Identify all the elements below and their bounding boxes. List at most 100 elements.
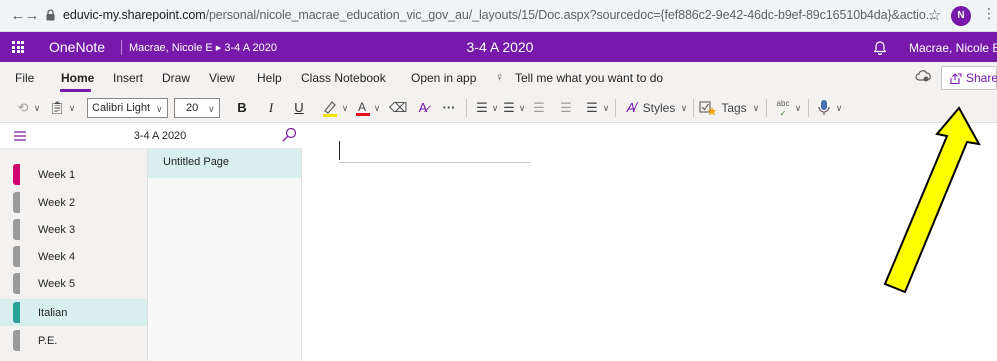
highlighter-icon[interactable] (321, 99, 339, 117)
tab-help[interactable]: Help (257, 71, 282, 85)
svg-text:A: A (358, 100, 366, 114)
section-color-tab (13, 302, 20, 323)
section-color-tab (13, 164, 20, 185)
breadcrumb[interactable]: Macrae, Nicole E ▸ 3-4 A 2020 (129, 41, 277, 54)
increase-indent-icon[interactable]: ☰ (558, 99, 574, 117)
bell-icon[interactable] (873, 39, 887, 55)
toolbar-divider (615, 99, 616, 117)
chevron-down-icon[interactable]: ∨ (679, 99, 689, 117)
section-label: Week 5 (38, 278, 76, 290)
pages-list: Untitled Page (147, 149, 302, 361)
section-label: Week 3 (38, 224, 76, 236)
toolbar-divider (466, 99, 467, 117)
chevron-down-icon[interactable]: ∨ (751, 99, 761, 117)
spelling-button[interactable]: abc ✓ (773, 99, 793, 118)
font-size-value: 20 (186, 102, 199, 114)
tags-button[interactable]: Tags (719, 99, 749, 117)
tab-home[interactable]: Home (61, 71, 94, 85)
lock-icon (46, 9, 55, 21)
kebab-icon[interactable]: ⋮ (982, 5, 996, 22)
section-item-italian[interactable]: Italian (0, 299, 147, 326)
toolbar-divider (766, 99, 767, 117)
address-bar[interactable]: eduvic-my.sharepoint.com/personal/nicole… (63, 8, 936, 22)
chevron-down-icon[interactable]: ∨ (372, 99, 382, 117)
section-color-tab (13, 273, 20, 294)
app-launcher-icon[interactable] (12, 41, 24, 53)
header-divider (121, 40, 122, 55)
section-item-week-2[interactable]: Week 2 (0, 189, 147, 216)
microphone-icon (818, 100, 830, 115)
decrease-indent-icon[interactable]: ☰ (531, 99, 547, 117)
share-label: Share (966, 71, 997, 85)
profile-avatar[interactable]: N (951, 6, 971, 26)
font-name-select[interactable]: Calibri Light ∨ (87, 98, 168, 118)
font-name-value: Calibri Light (92, 102, 151, 114)
bold-button[interactable]: B (235, 99, 249, 117)
underline-button[interactable]: U (293, 99, 305, 117)
font-color-icon: A (356, 100, 370, 116)
tag-icon[interactable] (699, 99, 717, 117)
styles-button[interactable]: Styles (641, 99, 677, 117)
star-icon[interactable]: ☆ (928, 6, 941, 24)
chevron-down-icon[interactable]: ∨ (490, 99, 500, 117)
tab-draw[interactable]: Draw (162, 71, 190, 85)
clear-formatting-icon[interactable]: A̷ (414, 99, 432, 117)
app-name[interactable]: OneNote (49, 39, 105, 55)
format-painter-icon[interactable]: ⌫ (389, 99, 407, 117)
nav-notebook-title[interactable]: 3-4 A 2020 (120, 130, 200, 142)
clipboard-icon[interactable]: 📋︎ (49, 99, 66, 117)
text-cursor (339, 141, 340, 160)
section-label: Italian (38, 307, 68, 319)
tab-insert[interactable]: Insert (113, 71, 143, 85)
chevron-down-icon[interactable]: ∨ (32, 99, 42, 117)
section-label: P.E. (38, 335, 58, 347)
page-label: Untitled Page (163, 156, 230, 168)
section-item-week-3[interactable]: Week 3 (0, 216, 147, 243)
toolbar-divider (693, 99, 694, 117)
open-in-app-button[interactable]: Open in app (411, 71, 476, 85)
sections-list: Week 1 Week 2 Week 3 Week 4 Week 5 Itali… (0, 149, 147, 361)
search-icon[interactable] (282, 127, 297, 144)
lightbulb-icon: ♀ (495, 70, 504, 84)
chevron-down-icon[interactable]: ∨ (834, 99, 844, 117)
dictate-icon[interactable] (816, 99, 832, 117)
highlighter-icon (323, 101, 337, 117)
cloud-sync-icon[interactable] (915, 68, 931, 84)
section-item-pe[interactable]: P.E. (0, 327, 147, 354)
tab-file[interactable]: File (15, 71, 34, 85)
annotation-arrow (883, 106, 981, 294)
section-color-tab (13, 219, 20, 240)
user-name[interactable]: Macrae, Nicole E (909, 41, 997, 55)
font-color-icon[interactable]: A (354, 99, 372, 117)
section-item-week-4[interactable]: Week 4 (0, 243, 147, 270)
bullets-icon[interactable]: ☰ (474, 99, 490, 117)
page-item-untitled[interactable]: Untitled Page (148, 149, 301, 178)
more-options-icon[interactable]: ··· (440, 99, 458, 117)
page-title-field[interactable] (339, 162, 531, 163)
chevron-down-icon[interactable]: ∨ (793, 99, 803, 117)
section-label: Week 4 (38, 251, 76, 263)
hamburger-icon[interactable] (14, 131, 26, 141)
section-item-week-1[interactable]: Week 1 (0, 161, 147, 188)
tab-view[interactable]: View (209, 71, 235, 85)
tag-icon (699, 101, 717, 116)
navigation-header: 3-4 A 2020 (0, 123, 302, 149)
italic-button[interactable]: I (265, 99, 277, 117)
chevron-down-icon[interactable]: ∨ (67, 99, 77, 117)
chevron-down-icon[interactable]: ∨ (340, 99, 350, 117)
font-size-select[interactable]: 20 ∨ (174, 98, 220, 118)
section-item-week-5[interactable]: Week 5 (0, 270, 147, 297)
forward-arrow-icon[interactable]: → (22, 6, 42, 26)
undo-icon[interactable]: ⟲ (16, 99, 30, 117)
share-button[interactable]: Share (941, 66, 997, 90)
tab-class-notebook[interactable]: Class Notebook (301, 71, 386, 85)
app-header: OneNote Macrae, Nicole E ▸ 3-4 A 2020 3-… (0, 32, 997, 62)
active-tab-indicator (60, 89, 91, 92)
chevron-down-icon[interactable]: ∨ (601, 99, 611, 117)
chevron-down-icon[interactable]: ∨ (517, 99, 527, 117)
align-icon[interactable]: ☰ (584, 99, 600, 117)
styles-icon[interactable]: A̸ (622, 99, 640, 117)
numbering-icon[interactable]: ☰ (501, 99, 517, 117)
section-color-tab (13, 192, 20, 213)
tell-me-field[interactable]: Tell me what you want to do (515, 71, 663, 85)
